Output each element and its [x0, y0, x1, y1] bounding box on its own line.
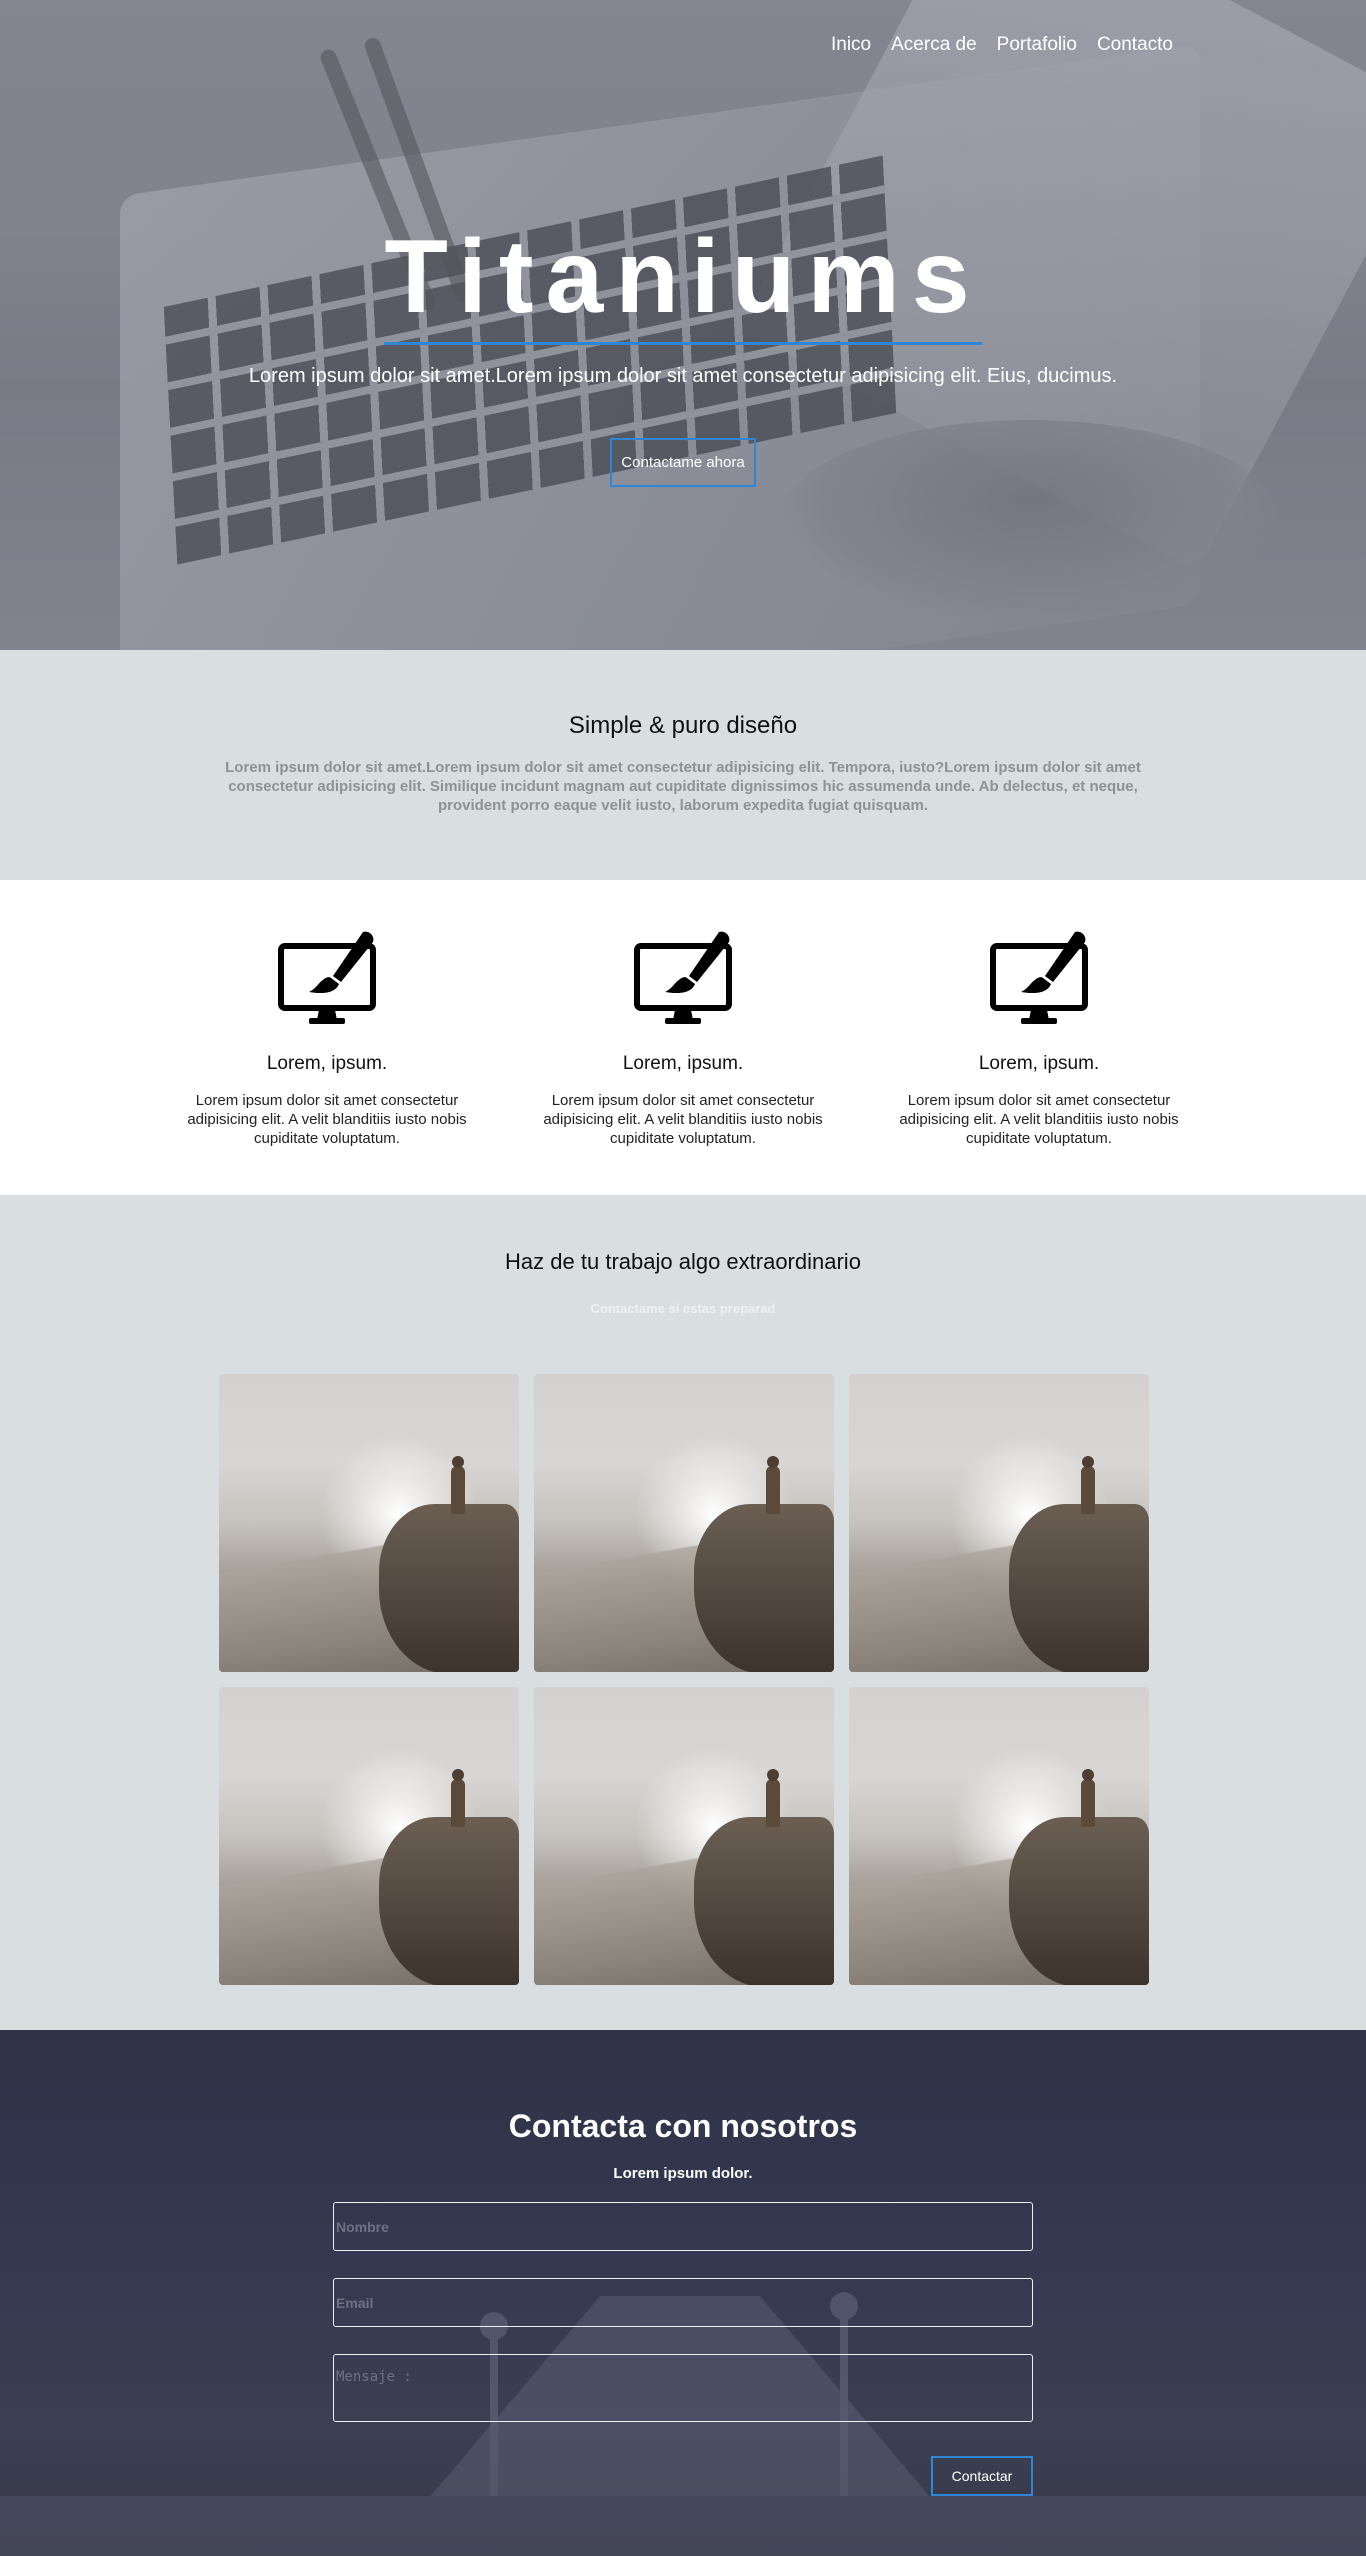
nav-item-portafolio[interactable]: Portafolio	[997, 34, 1077, 56]
gallery-image[interactable]	[849, 1687, 1149, 1985]
monitor-brush-icon	[634, 931, 732, 1024]
gallery-image[interactable]	[219, 1687, 519, 1985]
feature-title: Lorem, ipsum.	[266, 1053, 388, 1074]
contact-now-button[interactable]: Contactame ahora	[610, 438, 756, 488]
hero-title: Titaniums	[384, 220, 982, 346]
simple-design-section: Simple & puro diseño Lorem ipsum dolor s…	[0, 650, 1366, 880]
hero-content: Titaniums Lorem ipsum dolor sit amet.Lor…	[0, 220, 1366, 488]
portfolio-section: Haz de tu trabajo algo extraordinario Co…	[0, 1195, 1366, 2030]
contact-form: Contactar	[333, 2202, 1033, 2496]
gallery-image[interactable]	[219, 1374, 519, 1672]
nav-item-contacto[interactable]: Contacto	[1097, 34, 1173, 56]
feature-title: Lorem, ipsum.	[622, 1053, 744, 1074]
submit-button[interactable]: Contactar	[931, 2456, 1033, 2496]
gallery-image[interactable]	[534, 1687, 834, 1985]
feature-text: Lorem ipsum dolor sit amet consectetur a…	[543, 1092, 823, 1147]
contact-title: Contacta con nosotros	[508, 2108, 858, 2144]
message-field[interactable]	[333, 2354, 1033, 2422]
name-field[interactable]	[333, 2202, 1033, 2251]
monitor-brush-icon	[278, 931, 376, 1024]
hero-subtitle: Lorem ipsum dolor sit amet.Lorem ipsum d…	[248, 365, 1118, 388]
main-nav: Inico Acerca de Portafolio Contacto	[831, 34, 1173, 56]
monitor-brush-icon	[990, 931, 1088, 1024]
feature-title: Lorem, ipsum.	[978, 1053, 1100, 1074]
gallery-image[interactable]	[534, 1374, 834, 1672]
gallery-image[interactable]	[849, 1374, 1149, 1672]
nav-item-acerca[interactable]: Acerca de	[891, 34, 977, 56]
contact-section: Contacta con nosotros Lorem ipsum dolor.…	[0, 2030, 1366, 2556]
feature-text: Lorem ipsum dolor sit amet consectetur a…	[899, 1092, 1179, 1147]
section-title: Simple & puro diseño	[568, 712, 798, 739]
nav-item-inicio[interactable]: Inico	[831, 34, 871, 56]
feature-text: Lorem ipsum dolor sit amet consectetur a…	[187, 1092, 467, 1147]
feature-card: Lorem, ipsum. Lorem ipsum dolor sit amet…	[889, 930, 1189, 1195]
section-text: Lorem ipsum dolor sit amet.Lorem ipsum d…	[225, 759, 1141, 814]
features-section: Lorem, ipsum. Lorem ipsum dolor sit amet…	[0, 880, 1366, 1195]
feature-card: Lorem, ipsum. Lorem ipsum dolor sit amet…	[177, 930, 477, 1195]
email-field[interactable]	[333, 2278, 1033, 2327]
feature-card: Lorem, ipsum. Lorem ipsum dolor sit amet…	[533, 930, 833, 1195]
contact-subtitle: Lorem ipsum dolor.	[613, 2165, 753, 2182]
hero-section: Inico Acerca de Portafolio Contacto Tita…	[0, 0, 1366, 650]
form-actions: Contactar	[333, 2456, 1033, 2496]
section-title: Haz de tu trabajo algo extraordinario	[505, 1249, 861, 1274]
section-subtitle: Contactame si estas preparad	[590, 1301, 776, 1316]
gallery-grid	[219, 1374, 1149, 1985]
